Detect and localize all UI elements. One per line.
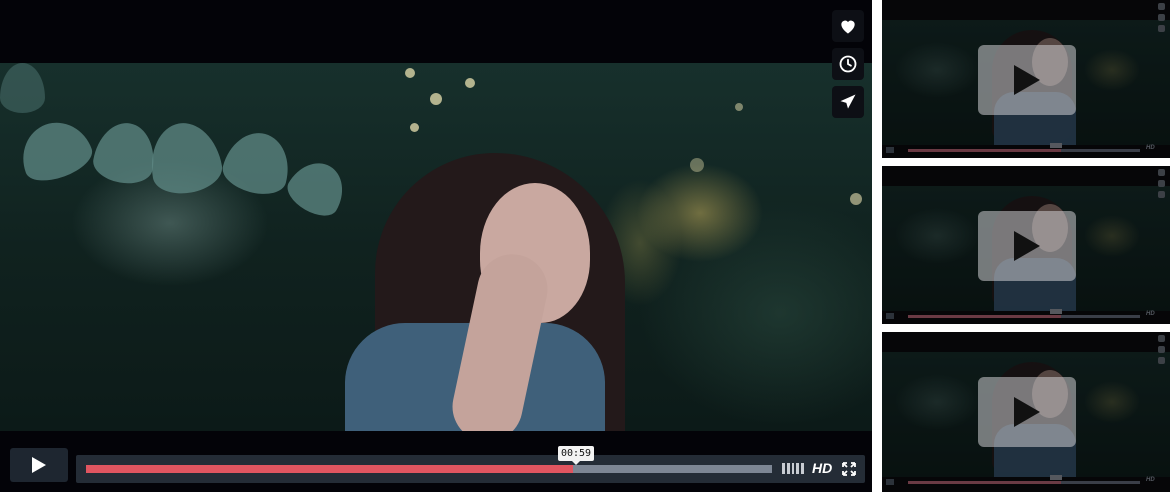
thumbnail-side-icons xyxy=(1158,3,1166,32)
thumbnail-player-3[interactable]: HD xyxy=(882,332,1170,492)
volume-bars-icon[interactable] xyxy=(782,463,804,474)
thumbnail-player-1[interactable]: HD xyxy=(882,0,1170,158)
play-icon xyxy=(1014,397,1040,427)
share-button[interactable] xyxy=(832,86,864,118)
video-frame[interactable] xyxy=(0,63,872,431)
play-button[interactable] xyxy=(10,448,68,482)
watch-later-button[interactable] xyxy=(832,48,864,80)
play-icon xyxy=(1014,231,1040,261)
thumbnail-play-button[interactable] xyxy=(978,45,1076,115)
like-button[interactable] xyxy=(832,10,864,42)
thumbnail-side-icons xyxy=(1158,335,1166,364)
heart-icon xyxy=(841,20,855,34)
play-icon xyxy=(32,457,46,473)
thumbnail-play-button[interactable] xyxy=(978,211,1076,281)
hd-toggle[interactable]: HD xyxy=(812,460,832,476)
thumbnail-side-icons xyxy=(1158,169,1166,198)
thumbnail-play-button[interactable] xyxy=(978,377,1076,447)
time-tooltip: 00:59 xyxy=(558,446,594,465)
thumbnail-player-2[interactable]: HD xyxy=(882,166,1170,324)
fullscreen-icon[interactable] xyxy=(842,462,856,476)
clock-icon xyxy=(839,55,857,73)
thumbnail-progress: HD xyxy=(886,143,1166,153)
thumbnail-progress: HD xyxy=(886,309,1166,319)
send-icon xyxy=(840,94,856,109)
play-icon xyxy=(1014,65,1040,95)
thumbnail-progress: HD xyxy=(886,475,1166,485)
control-bar: HD xyxy=(76,455,865,483)
video-player: HD 00:59 xyxy=(0,0,872,492)
progress-track[interactable] xyxy=(86,465,772,473)
progress-fill xyxy=(86,465,574,473)
